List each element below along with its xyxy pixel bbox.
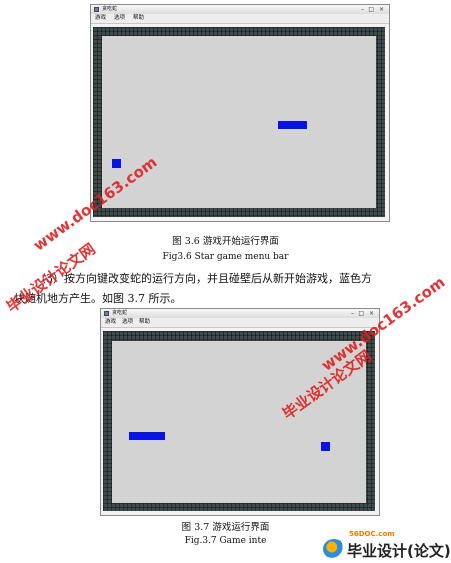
menu-options[interactable]: 选项 [114,14,125,23]
menu-help[interactable]: 帮助 [133,14,144,23]
game-window-2: 贪吃蛇 – □ × 游戏 选项 帮助 [100,308,380,516]
menu-bar: 游戏 选项 帮助 [101,318,379,328]
minimize-icon[interactable]: – [361,5,364,14]
food-block [321,442,330,451]
figure-caption-zh-1: 图 3.6 游戏开始运行界面 [172,236,279,247]
menu-bar: 游戏 选项 帮助 [91,14,389,24]
paragraph-line-1: （3）按方向键改变蛇的运行方向，并且碰壁后从新开始游戏，蓝色方 [35,272,372,285]
title-bar[interactable]: 贪吃蛇 – □ × [101,309,379,318]
app-icon [94,7,99,12]
close-icon[interactable]: × [369,309,374,318]
maximize-icon[interactable]: □ [368,5,374,14]
minimize-icon[interactable]: – [351,309,354,318]
logo-icon [323,539,345,559]
menu-help[interactable]: 帮助 [139,318,150,327]
title-bar[interactable]: 贪吃蛇 – □ × [91,5,389,14]
game-window-1: 贪吃蛇 – □ × 游戏 选项 帮助 [90,4,390,222]
menu-game[interactable]: 游戏 [105,318,116,327]
play-field [102,36,376,208]
app-icon [104,311,109,316]
snake [278,121,307,129]
window-title: 贪吃蛇 [112,310,128,316]
menu-options[interactable]: 选项 [122,318,133,327]
window-title: 贪吃蛇 [102,6,118,12]
food-block [112,159,121,168]
snake [129,432,165,440]
close-icon[interactable]: × [379,5,384,14]
maximize-icon[interactable]: □ [358,309,364,318]
game-board [93,27,385,217]
logo-url: 56DOC.com [349,530,395,538]
menu-game[interactable]: 游戏 [95,14,106,23]
logo-text: 毕业设计(论文)网 [347,542,451,560]
